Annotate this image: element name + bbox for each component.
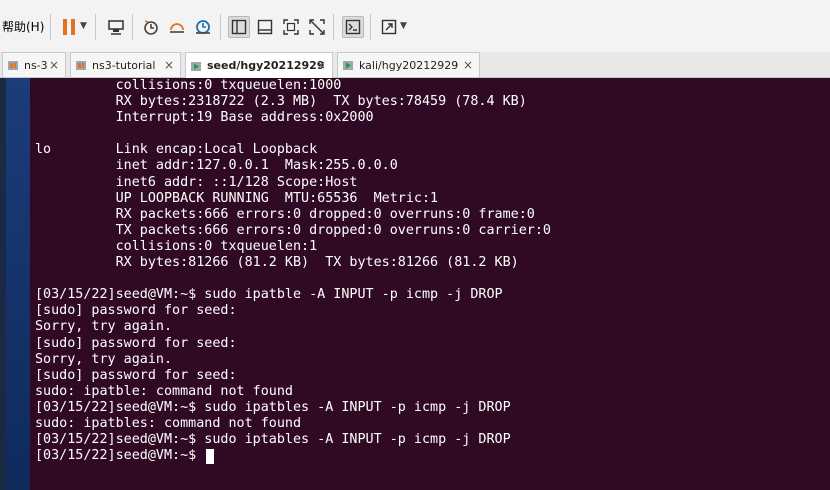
terminal-line: Interrupt:19 Base address:0x2000: [35, 110, 374, 126]
toolbar-divider: [50, 14, 51, 40]
terminal-line: [sudo] password for seed:: [35, 335, 237, 351]
toolbar-divider: [370, 14, 371, 40]
vm-running-icon: [343, 61, 353, 70]
terminal-line: sudo: ipatbles: command not found: [35, 415, 302, 431]
toolbar-divider: [333, 14, 334, 40]
toolbar-divider: [132, 14, 133, 40]
terminal-line: Sorry, try again.: [35, 351, 173, 367]
ubuntu-launcher-panel: [6, 78, 30, 490]
terminal-line: inet6 addr: ::1/128 Scope:Host: [35, 174, 358, 190]
terminal-prompt: [03/15/22]seed@VM:~$: [35, 448, 205, 464]
unity-mode-icon[interactable]: [306, 16, 328, 38]
close-icon[interactable]: ×: [49, 58, 59, 72]
terminal-line: [sudo] password for seed:: [35, 303, 237, 319]
terminal-prompt-line[interactable]: [03/15/22]seed@VM:~$: [35, 448, 551, 464]
stretch-guest-icon[interactable]: [378, 16, 400, 38]
toolbar-divider: [95, 14, 96, 40]
terminal-line: sudo: ipatble: command not found: [35, 383, 293, 399]
terminal-window[interactable]: collisions:0 txqueuelen:1000 RX bytes:23…: [30, 78, 830, 490]
tab-ns3-tutorial[interactable]: ns3-tutorial ×: [70, 52, 181, 77]
terminal-line: TX packets:666 errors:0 dropped:0 overru…: [35, 222, 551, 238]
close-icon[interactable]: ×: [316, 58, 326, 72]
terminal-line: [03/15/22]seed@VM:~$ sudo ipatble -A INP…: [35, 287, 503, 303]
vm-icon: [76, 61, 86, 70]
text-cursor: [206, 448, 215, 464]
terminal-output: collisions:0 txqueuelen:1000 RX bytes:23…: [35, 78, 551, 464]
close-icon[interactable]: ×: [463, 58, 473, 72]
full-screen-icon[interactable]: [280, 16, 302, 38]
terminal-line: [03/15/22]seed@VM:~$ sudo ipatbles -A IN…: [35, 399, 511, 415]
terminal-line: collisions:0 txqueuelen:1: [35, 238, 318, 254]
terminal-line: RX bytes:81266 (81.2 KB) TX bytes:81266 …: [35, 255, 519, 271]
terminal-line: RX packets:666 errors:0 dropped:0 overru…: [35, 206, 535, 222]
vm-running-icon: [191, 61, 201, 71]
tab-label: kali/hgy20212929: [359, 58, 459, 72]
show-library-icon[interactable]: [228, 16, 250, 38]
tab-ns-3[interactable]: ns-3 ×: [2, 52, 66, 77]
pause-dropdown-chevron-down-icon[interactable]: ▼: [80, 21, 87, 31]
close-icon[interactable]: ×: [164, 58, 174, 72]
tab-label: ns-3: [24, 58, 48, 72]
snapshot-icon[interactable]: [140, 16, 162, 38]
terminal-line: lo Link encap:Local Loopback: [35, 142, 318, 158]
snapshot-manager-icon[interactable]: [192, 16, 214, 38]
stretch-dropdown-chevron-down-icon[interactable]: ▼: [400, 21, 407, 31]
tab-kali-hgy20212929[interactable]: kali/hgy20212929 ×: [337, 52, 480, 77]
terminal-line: inet addr:127.0.0.1 Mask:255.0.0.0: [35, 158, 398, 174]
terminal-line: UP LOOPBACK RUNNING MTU:65536 Metric:1: [35, 190, 439, 206]
terminal-line: collisions:0 txqueuelen:1000: [35, 78, 342, 93]
thumbnail-bar-icon[interactable]: [254, 16, 276, 38]
vm-icon: [8, 61, 18, 70]
console-view-icon[interactable]: [342, 16, 364, 38]
terminal-line: RX bytes:2318722 (2.3 MB) TX bytes:78459…: [35, 94, 527, 110]
pause-icon[interactable]: [58, 16, 80, 38]
tab-label: seed/hgy20212929: [207, 59, 325, 72]
tab-seed-hgy20212929[interactable]: seed/hgy20212929 ×: [185, 52, 333, 78]
terminal-line: [sudo] password for seed:: [35, 367, 237, 383]
vm-tab-bar: ns-3 × ns3-tutorial × seed/hgy20212929 ×…: [0, 52, 830, 78]
revert-snapshot-icon[interactable]: [166, 16, 188, 38]
send-ctrl-alt-del-icon[interactable]: [105, 16, 127, 38]
terminal-line: Sorry, try again.: [35, 319, 173, 335]
menu-help[interactable]: 帮助(H): [2, 18, 44, 35]
tab-label: ns3-tutorial: [92, 58, 156, 72]
toolbar-divider: [220, 14, 221, 40]
vmware-toolbar: 帮助(H) ▼ ▼: [0, 0, 830, 52]
terminal-line: [03/15/22]seed@VM:~$ sudo iptables -A IN…: [35, 432, 511, 448]
